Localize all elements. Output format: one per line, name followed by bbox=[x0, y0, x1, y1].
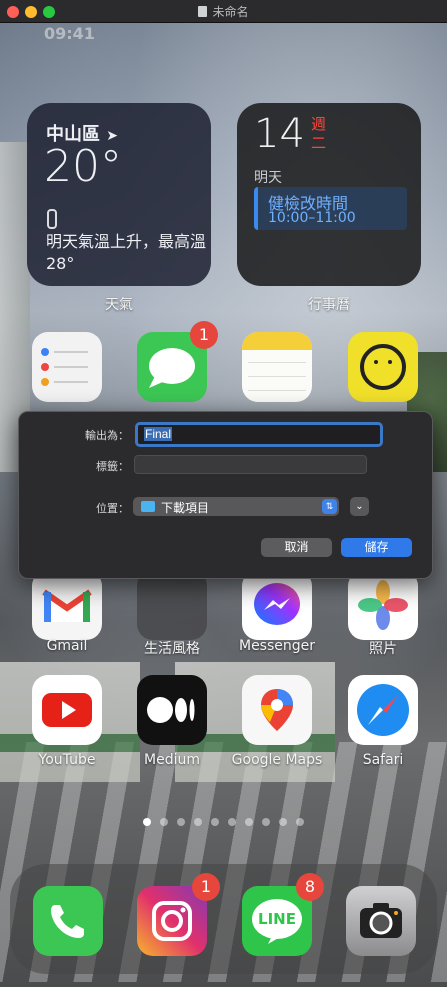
page-dot bbox=[160, 818, 168, 826]
page-dot bbox=[296, 818, 304, 826]
foodie-face-icon bbox=[360, 344, 406, 390]
chevron-down-icon: ⌄ bbox=[355, 501, 364, 512]
window-title-text: 未命名 bbox=[212, 5, 249, 19]
youtube-app-label: YouTube bbox=[38, 752, 96, 768]
weather-widget-label: 天氣 bbox=[105, 297, 133, 313]
calendar-event[interactable]: 健檢改時間 10:00–11:00 bbox=[254, 187, 407, 230]
notes-icon bbox=[242, 332, 312, 350]
gmail-app-label: Gmail bbox=[46, 638, 88, 654]
photos-app-label: 照片 bbox=[369, 641, 397, 657]
safari-app-icon[interactable] bbox=[348, 675, 418, 745]
weather-temperature: 20° bbox=[44, 141, 122, 192]
reminders-app-icon[interactable] bbox=[32, 332, 102, 402]
export-as-label: 輸出為： bbox=[85, 430, 129, 442]
google-maps-app-icon[interactable] bbox=[242, 675, 312, 745]
weather-widget[interactable]: 中山區 ➤ 20° 明天氣溫上升，最高溫 28° bbox=[27, 103, 211, 286]
save-button[interactable]: 儲存 bbox=[341, 538, 412, 557]
folder-icon bbox=[141, 501, 155, 512]
lifestyle-folder-label: 生活風格 bbox=[144, 641, 200, 657]
google-maps-app-label: Google Maps bbox=[231, 752, 323, 768]
calendar-widget[interactable]: 14 週二 明天 健檢改時間 10:00–11:00 bbox=[237, 103, 421, 286]
youtube-app-icon[interactable] bbox=[32, 675, 102, 745]
line-logo-text: LINE bbox=[258, 910, 296, 928]
page-indicator[interactable] bbox=[0, 811, 447, 826]
camera-app-icon[interactable] bbox=[346, 886, 416, 956]
safari-app-label: Safari bbox=[362, 752, 404, 768]
weather-forecast: 明天氣溫上升，最高溫 28° bbox=[46, 232, 207, 273]
thermometer-icon bbox=[47, 209, 57, 229]
page-dot bbox=[194, 818, 202, 826]
page-dot bbox=[143, 818, 151, 826]
page-dot bbox=[262, 818, 270, 826]
page-dot bbox=[228, 818, 236, 826]
map-pin-icon bbox=[261, 689, 293, 731]
medium-app-icon[interactable] bbox=[137, 675, 207, 745]
document-icon bbox=[198, 6, 208, 17]
save-dialog: 輸出為： Final 標籤： 位置： 下載項目 ⇅ ⌄ 取消 儲存 bbox=[18, 411, 433, 579]
reminders-icon bbox=[41, 348, 88, 386]
calendar-date: 14 bbox=[254, 111, 305, 157]
chevron-updown-icon: ⇅ bbox=[322, 499, 337, 514]
medium-app-label: Medium bbox=[144, 752, 200, 768]
page-dot bbox=[211, 818, 219, 826]
line-badge: 8 bbox=[296, 873, 324, 901]
calendar-weekday: 週二 bbox=[311, 115, 327, 152]
youtube-play-icon bbox=[42, 693, 92, 727]
messages-badge: 1 bbox=[190, 321, 218, 349]
camera-icon bbox=[360, 903, 402, 938]
page-dot bbox=[177, 818, 185, 826]
location-popup[interactable]: 下載項目 ⇅ bbox=[133, 497, 339, 516]
foodie-app-icon[interactable] bbox=[348, 332, 418, 402]
location-label: 位置： bbox=[96, 503, 129, 515]
medium-dots-icon bbox=[147, 697, 195, 723]
gmail-app-icon[interactable] bbox=[32, 570, 102, 640]
cancel-button[interactable]: 取消 bbox=[261, 538, 332, 557]
calendar-event-time: 10:00–11:00 bbox=[268, 210, 356, 226]
tags-label: 標籤： bbox=[96, 461, 129, 473]
messenger-icon bbox=[254, 583, 300, 625]
compass-icon bbox=[357, 684, 409, 736]
filename-input[interactable]: Final bbox=[135, 422, 383, 447]
location-value: 下載項目 bbox=[161, 501, 210, 515]
photos-pinwheel-icon bbox=[358, 580, 408, 630]
photos-app-icon[interactable] bbox=[348, 570, 418, 640]
window-title: 未命名 bbox=[0, 3, 447, 20]
filename-selection: Final bbox=[144, 427, 173, 441]
instagram-badge: 1 bbox=[192, 873, 220, 901]
phone-handset-icon bbox=[51, 905, 84, 938]
phone-app-icon[interactable] bbox=[33, 886, 103, 956]
messenger-app-label: Messenger bbox=[238, 638, 316, 654]
lifestyle-folder-icon[interactable] bbox=[137, 570, 207, 640]
expand-dialog-button[interactable]: ⌄ bbox=[350, 497, 369, 516]
gmail-icon bbox=[42, 589, 92, 622]
page-dot bbox=[245, 818, 253, 826]
messenger-app-icon[interactable] bbox=[242, 570, 312, 640]
notes-app-icon[interactable] bbox=[242, 332, 312, 402]
tags-input[interactable] bbox=[134, 455, 367, 474]
calendar-widget-label: 行事曆 bbox=[308, 297, 350, 313]
status-time: 09:41 bbox=[44, 24, 95, 43]
page-dot bbox=[279, 818, 287, 826]
window-titlebar: 未命名 bbox=[0, 0, 447, 23]
calendar-tomorrow: 明天 bbox=[254, 170, 282, 186]
